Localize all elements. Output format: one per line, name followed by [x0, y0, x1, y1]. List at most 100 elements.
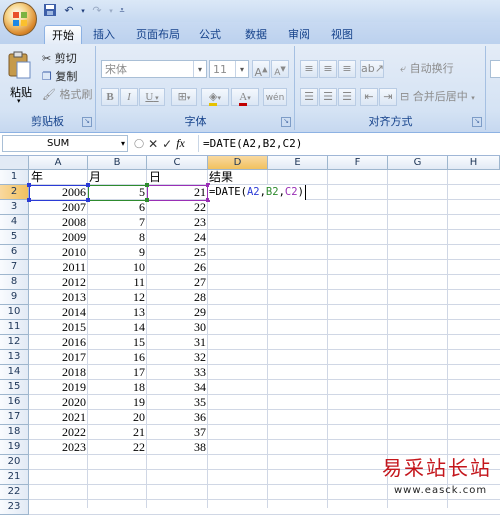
cell-a4[interactable]: 2008 [29, 215, 88, 230]
dropdown-arrow-icon[interactable]: ▾ [80, 3, 86, 19]
cell-a3[interactable]: 2007 [29, 200, 88, 215]
phonetic-button[interactable]: wén [263, 88, 287, 106]
grow-font-button[interactable]: A▲ [252, 60, 270, 79]
font-size-select[interactable]: 11 ▾ [209, 60, 249, 78]
tab-data[interactable]: 数据 [242, 25, 270, 44]
row-header-22[interactable]: 22 [0, 485, 29, 500]
dialog-launcher-icon[interactable]: ↘ [472, 117, 482, 127]
tab-insert[interactable]: 插入 [90, 25, 118, 44]
cell-a14[interactable]: 2018 [29, 365, 88, 380]
align-center-button[interactable]: ☰ [319, 88, 337, 106]
cell-a5[interactable]: 2009 [29, 230, 88, 245]
row-header-17[interactable]: 17 [0, 410, 29, 425]
cell-b12[interactable]: 15 [88, 335, 147, 350]
row-header-12[interactable]: 12 [0, 335, 29, 350]
cell-c16[interactable]: 35 [147, 395, 208, 410]
paste-button[interactable]: 粘贴 ▾ [6, 50, 34, 106]
tab-view[interactable]: 视图 [328, 25, 356, 44]
shrink-font-button[interactable]: A▼ [271, 60, 289, 78]
cell-a6[interactable]: 2010 [29, 245, 88, 260]
cell-a15[interactable]: 2019 [29, 380, 88, 395]
cell-c1[interactable]: 日 [149, 170, 161, 185]
cell-b7[interactable]: 10 [88, 260, 147, 275]
ref-handle[interactable] [27, 198, 31, 202]
tab-page-layout[interactable]: 页面布局 [132, 25, 184, 44]
office-button[interactable] [3, 2, 37, 36]
column-header-h[interactable]: H [448, 156, 500, 170]
cancel-icon[interactable]: ✕ [148, 137, 158, 151]
cell-a18[interactable]: 2022 [29, 425, 88, 440]
cell-a19[interactable]: 2023 [29, 440, 88, 455]
row-header-15[interactable]: 15 [0, 380, 29, 395]
undo-icon[interactable]: ↶ [61, 3, 77, 19]
column-header-e[interactable]: E [268, 156, 328, 170]
align-middle-button[interactable]: ≡ [319, 60, 337, 78]
row-header-13[interactable]: 13 [0, 350, 29, 365]
tab-review[interactable]: 审阅 [285, 25, 313, 44]
row-header-1[interactable]: 1 [0, 170, 29, 185]
row-header-21[interactable]: 21 [0, 470, 29, 485]
ref-handle[interactable] [145, 183, 149, 187]
merge-center-button[interactable]: ⊟ 合并后居中 ▾ [400, 88, 475, 105]
cell-b4[interactable]: 7 [88, 215, 147, 230]
select-all-corner[interactable] [0, 156, 29, 170]
row-header-20[interactable]: 20 [0, 455, 29, 470]
cell-b8[interactable]: 11 [88, 275, 147, 290]
dropdown-arrow-icon[interactable]: ▾ [108, 3, 114, 19]
cell-a11[interactable]: 2015 [29, 320, 88, 335]
cell-b1[interactable]: 月 [89, 170, 101, 185]
row-header-11[interactable]: 11 [0, 320, 29, 335]
customize-icon[interactable]: ⩡ [117, 3, 127, 19]
row-header-7[interactable]: 7 [0, 260, 29, 275]
cell-b16[interactable]: 19 [88, 395, 147, 410]
dialog-launcher-icon[interactable]: ↘ [82, 117, 92, 127]
cell-b14[interactable]: 17 [88, 365, 147, 380]
row-header-16[interactable]: 16 [0, 395, 29, 410]
borders-button[interactable]: ⊞▾ [171, 88, 197, 106]
dialog-launcher-icon[interactable]: ↘ [281, 117, 291, 127]
name-box[interactable]: SUM ▾ [2, 135, 128, 152]
increase-indent-button[interactable]: ⇥ [379, 88, 397, 106]
row-header-8[interactable]: 8 [0, 275, 29, 290]
wrap-text-button[interactable]: ⤶ 自动换行 [400, 60, 454, 77]
copy-button[interactable]: ❐ 复制 [42, 68, 77, 85]
number-format-select[interactable] [490, 60, 500, 78]
cell-c15[interactable]: 34 [147, 380, 208, 395]
cell-c17[interactable]: 36 [147, 410, 208, 425]
align-right-button[interactable]: ☰ [338, 88, 356, 106]
align-bottom-button[interactable]: ≡ [338, 60, 356, 78]
formula-input[interactable]: =DATE(A2,B2,C2) [198, 135, 498, 152]
cell-c18[interactable]: 37 [147, 425, 208, 440]
font-color-button[interactable]: A▾ [231, 88, 259, 106]
cell-c6[interactable]: 25 [147, 245, 208, 260]
cell-c12[interactable]: 31 [147, 335, 208, 350]
cell-c4[interactable]: 23 [147, 215, 208, 230]
redo-icon[interactable]: ↷ [89, 3, 105, 19]
cell-c7[interactable]: 26 [147, 260, 208, 275]
cell-b17[interactable]: 20 [88, 410, 147, 425]
column-header-f[interactable]: F [328, 156, 388, 170]
tab-home[interactable]: 开始 [44, 25, 82, 45]
italic-button[interactable]: I [120, 88, 138, 106]
cell-b13[interactable]: 16 [88, 350, 147, 365]
row-header-18[interactable]: 18 [0, 425, 29, 440]
format-painter-button[interactable]: 🖌 格式刷 [42, 86, 92, 103]
tab-formulas[interactable]: 公式 [196, 25, 224, 44]
cell-b3[interactable]: 6 [88, 200, 147, 215]
cell-c13[interactable]: 32 [147, 350, 208, 365]
font-name-select[interactable]: 宋体 ▾ [101, 60, 207, 78]
row-header-3[interactable]: 3 [0, 200, 29, 215]
column-header-b[interactable]: B [88, 156, 147, 170]
save-icon[interactable] [42, 3, 58, 19]
cell-b19[interactable]: 22 [88, 440, 147, 455]
cell-a7[interactable]: 2011 [29, 260, 88, 275]
row-header-2[interactable]: 2 [0, 185, 29, 200]
cell-d2-editor[interactable]: =DATE(A2,B2,C2) [209, 185, 306, 200]
align-top-button[interactable]: ≡ [300, 60, 318, 78]
column-header-c[interactable]: C [147, 156, 208, 170]
cell-a16[interactable]: 2020 [29, 395, 88, 410]
cell-b9[interactable]: 12 [88, 290, 147, 305]
ref-handle[interactable] [86, 183, 90, 187]
column-header-g[interactable]: G [388, 156, 448, 170]
decrease-indent-button[interactable]: ⇤ [360, 88, 378, 106]
